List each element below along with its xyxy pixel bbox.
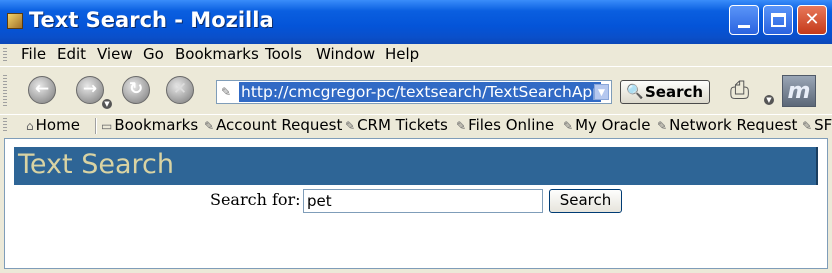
search-submit-button[interactable]: Search — [549, 189, 622, 213]
bookmark-icon: ✎ — [563, 119, 574, 133]
folder-icon: ▭ — [101, 119, 113, 133]
toolbar-search-label: Search — [645, 83, 704, 101]
search-for-label: Search for: — [210, 190, 301, 209]
bookmark-account-request[interactable]: ✎ Account Request — [204, 116, 342, 134]
magnifier-icon: 🔍 — [626, 84, 644, 100]
menu-edit[interactable]: Edit — [57, 45, 86, 63]
bookmark-icon: ✎ — [456, 119, 467, 133]
menubar-grip[interactable] — [3, 48, 7, 63]
bookmark-icon: ✎ — [345, 119, 356, 133]
menu-help[interactable]: Help — [385, 45, 419, 63]
home-icon: ⌂ — [26, 119, 34, 133]
bookmark-my-oracle[interactable]: ✎ My Oracle — [563, 116, 650, 134]
back-icon: ← — [34, 79, 50, 99]
stop-button[interactable]: ✕ — [166, 76, 194, 104]
maximize-button[interactable] — [763, 5, 793, 35]
url-history-dropdown[interactable]: ▼ — [594, 84, 609, 100]
page-proxy-icon[interactable]: ✎ — [221, 85, 235, 99]
page-title: Text Search — [18, 149, 174, 180]
toolbar-search-button[interactable]: 🔍 Search — [620, 80, 710, 104]
bookmark-crm-tickets[interactable]: ✎ CRM Tickets — [345, 116, 448, 134]
menu-bar: File Edit View Go Bookmarks Tools Window… — [0, 44, 832, 66]
menu-tools[interactable]: Tools — [265, 45, 302, 63]
menu-window[interactable]: Window — [316, 45, 375, 63]
url-bar[interactable]: ✎ http://cmcgregor-pc/textsearch/TextSea… — [216, 80, 612, 104]
bookmark-network-request[interactable]: ✎ Network Request — [657, 116, 797, 134]
page-content: Text Search Search for: Search — [4, 138, 828, 269]
bookmarks-folder[interactable]: ▭ Bookmarks — [101, 116, 198, 134]
stop-icon: ✕ — [172, 79, 188, 99]
back-button[interactable]: ← — [28, 76, 56, 104]
url-text[interactable]: http://cmcgregor-pc/textsearch/TextSearc… — [239, 82, 601, 102]
bookmark-icon: ✎ — [802, 119, 813, 133]
navigation-toolbar: ← → ▼ ↻ ✕ ✎ http://cmcgregor-pc/textsear… — [0, 66, 832, 114]
close-button[interactable]: ✕ — [797, 5, 827, 35]
forward-icon: → — [82, 79, 98, 99]
print-dropdown[interactable]: ▼ — [764, 95, 774, 105]
menu-view[interactable]: View — [97, 45, 133, 63]
toolbar-separator — [95, 118, 96, 134]
throbber-icon[interactable]: m — [782, 75, 816, 107]
bookmark-files-online[interactable]: ✎ Files Online — [456, 116, 554, 134]
title-bar[interactable]: Text Search - Mozilla ✕ — [0, 0, 832, 44]
reload-icon: ↻ — [128, 79, 144, 99]
forward-history-dropdown[interactable]: ▼ — [102, 99, 112, 109]
minimize-icon — [738, 25, 750, 28]
bookmark-icon: ✎ — [204, 119, 215, 133]
bookmark-home[interactable]: ⌂ Home — [26, 116, 80, 134]
window-title: Text Search - Mozilla — [29, 8, 274, 32]
reload-button[interactable]: ↻ — [122, 76, 150, 104]
maximize-icon — [771, 13, 786, 27]
personal-toolbar: ⌂ Home ▭ Bookmarks ✎ Account Request ✎ CRM T… — [0, 114, 832, 136]
minimize-button[interactable] — [729, 5, 759, 35]
close-icon: ✕ — [804, 9, 820, 30]
mozilla-app-icon — [7, 13, 23, 29]
browser-window: Text Search - Mozilla ✕ File Edit View G… — [0, 0, 832, 273]
forward-button[interactable]: → — [76, 76, 104, 104]
search-input[interactable] — [303, 189, 543, 213]
print-icon[interactable]: ⎙ — [730, 77, 762, 103]
bookmark-sf[interactable]: ✎ SF — [802, 116, 832, 134]
personal-toolbar-grip[interactable] — [3, 118, 7, 133]
menu-go[interactable]: Go — [143, 45, 164, 63]
navbar-grip[interactable] — [3, 75, 7, 107]
menu-bookmarks[interactable]: Bookmarks — [175, 45, 259, 63]
bookmark-icon: ✎ — [657, 119, 668, 133]
page-banner: Text Search — [14, 147, 818, 185]
menu-file[interactable]: File — [21, 45, 46, 63]
